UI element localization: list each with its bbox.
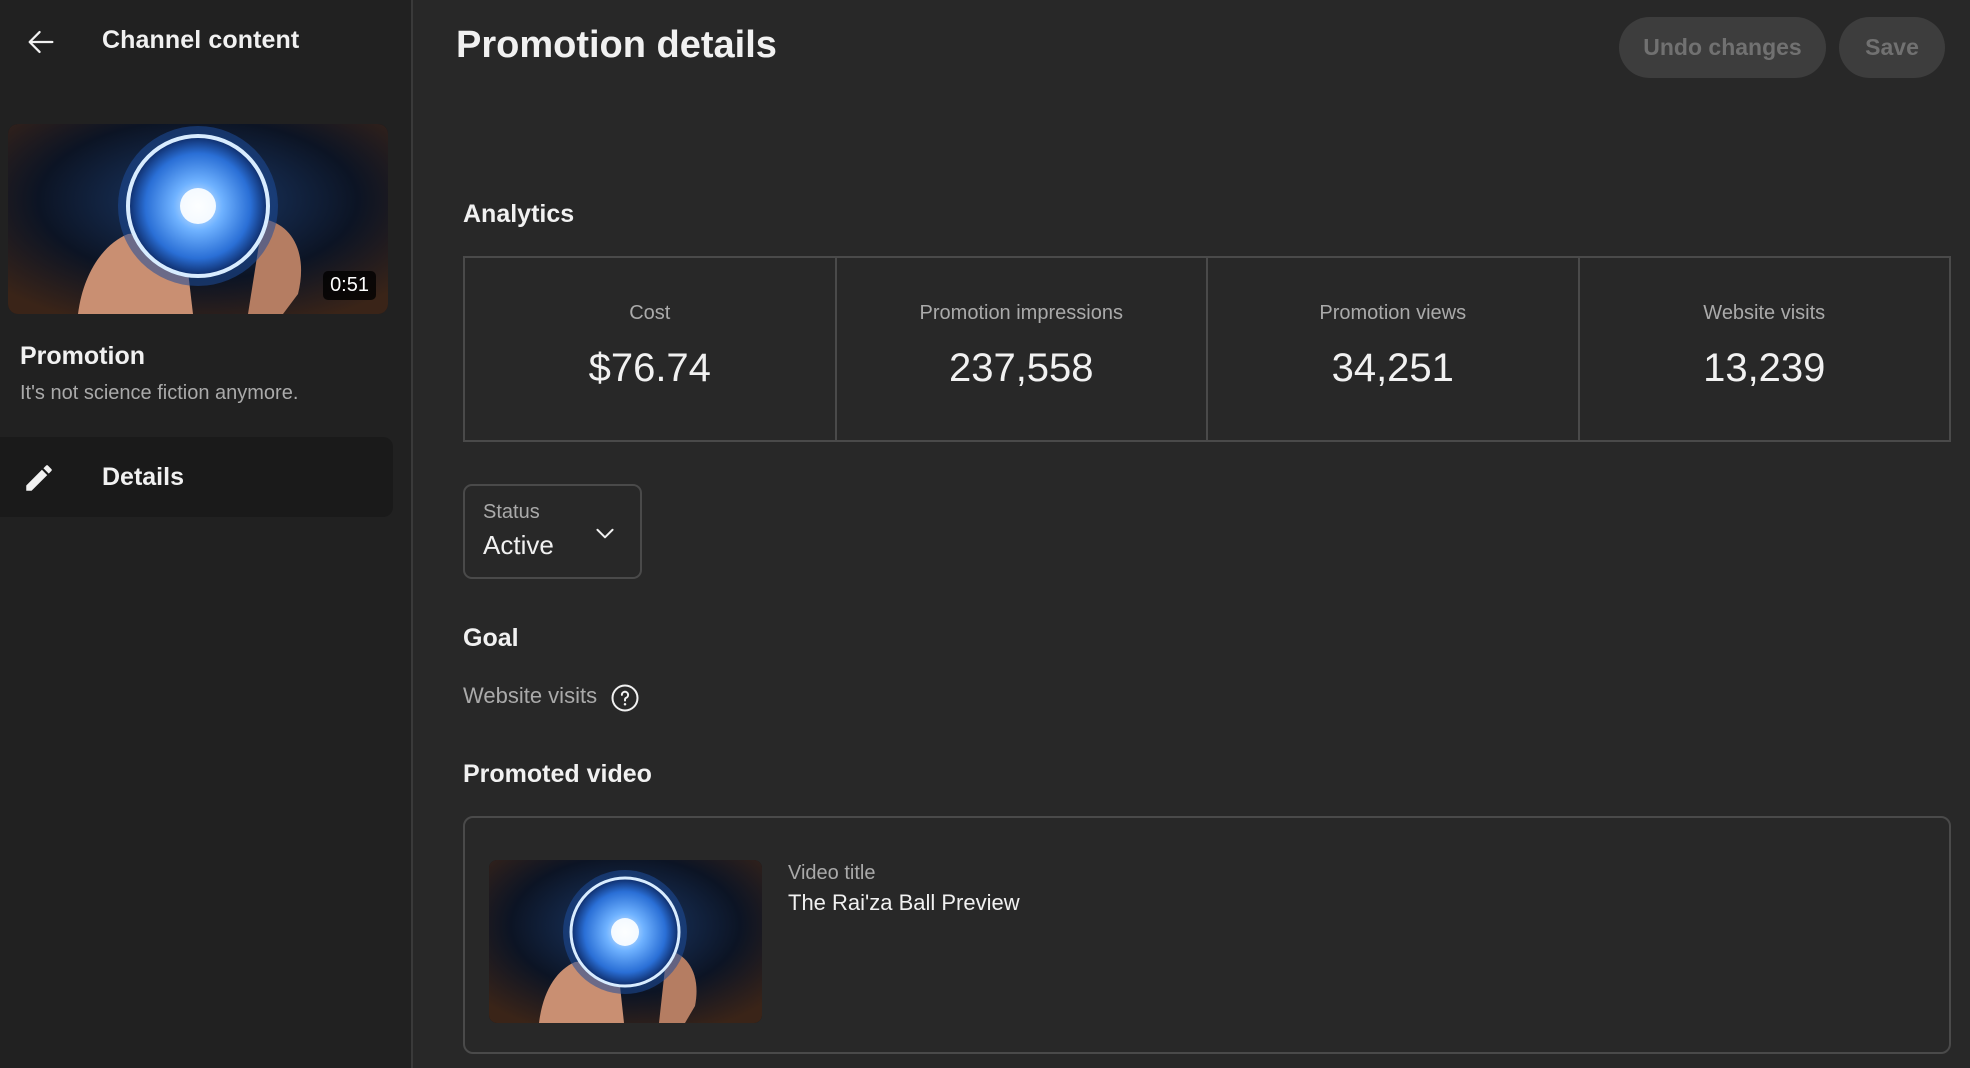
metric-label: Cost (629, 302, 671, 324)
thumbnail-image (489, 860, 762, 1023)
sidebar-header: Channel content (0, 0, 411, 84)
analytics-grid: Cost $76.74 Promotion impressions 237,55… (463, 256, 1951, 442)
goal-value: Website visits (463, 683, 598, 708)
metric-value: $76.74 (588, 346, 711, 390)
promoted-video-heading: Promoted video (463, 760, 652, 788)
promoted-video-card: Video title The Rai'za Ball Preview (463, 816, 1951, 1054)
metric-value: 237,558 (948, 346, 1094, 390)
undo-changes-button[interactable]: Undo changes (1619, 17, 1826, 78)
sidebar-item-label: Details (102, 463, 184, 491)
video-title-label: Video title (788, 862, 876, 884)
sidebar: Channel content 0:51 Promotion It's not … (0, 0, 413, 1068)
pencil-icon (26, 465, 52, 491)
main-content: Promotion details Undo changes Save Anal… (415, 0, 1970, 1068)
back-button[interactable] (14, 18, 68, 66)
metric-label: Website visits (1703, 302, 1826, 324)
arrow-back-icon (28, 30, 54, 54)
metric-cost: Cost $76.74 (465, 258, 837, 440)
promoted-video-thumbnail[interactable] (489, 860, 762, 1023)
chevron-down-icon (596, 528, 614, 539)
analytics-heading: Analytics (463, 200, 575, 228)
metric-label: Promotion impressions (919, 302, 1123, 324)
sidebar-item-details[interactable]: Details (0, 437, 393, 517)
metric-label: Promotion views (1319, 302, 1467, 324)
metric-website-visits: Website visits 13,239 (1580, 258, 1950, 440)
help-icon[interactable] (610, 683, 640, 713)
metric-promotion-impressions: Promotion impressions 237,558 (837, 258, 1208, 440)
video-title: The Rai'za Ball Preview (788, 890, 1020, 915)
status-label: Status (483, 501, 540, 523)
status-value: Active (483, 530, 554, 560)
status-dropdown[interactable]: Status Active (463, 484, 642, 579)
metric-value: 34,251 (1331, 346, 1454, 390)
promotion-thumbnail[interactable]: 0:51 (8, 124, 388, 314)
metric-promotion-views: Promotion views 34,251 (1208, 258, 1580, 440)
app-window: Channel content 0:51 Promotion It's not … (0, 0, 1970, 1068)
page-title: Promotion details (456, 24, 777, 66)
promotion-subtitle: It's not science fiction anymore. (20, 382, 299, 404)
goal-heading: Goal (463, 624, 519, 652)
metric-value: 13,239 (1703, 346, 1826, 390)
promotion-title: Promotion (20, 342, 145, 370)
save-button[interactable]: Save (1839, 17, 1945, 78)
video-duration-badge: 0:51 (323, 271, 376, 300)
sidebar-title: Channel content (102, 26, 300, 54)
